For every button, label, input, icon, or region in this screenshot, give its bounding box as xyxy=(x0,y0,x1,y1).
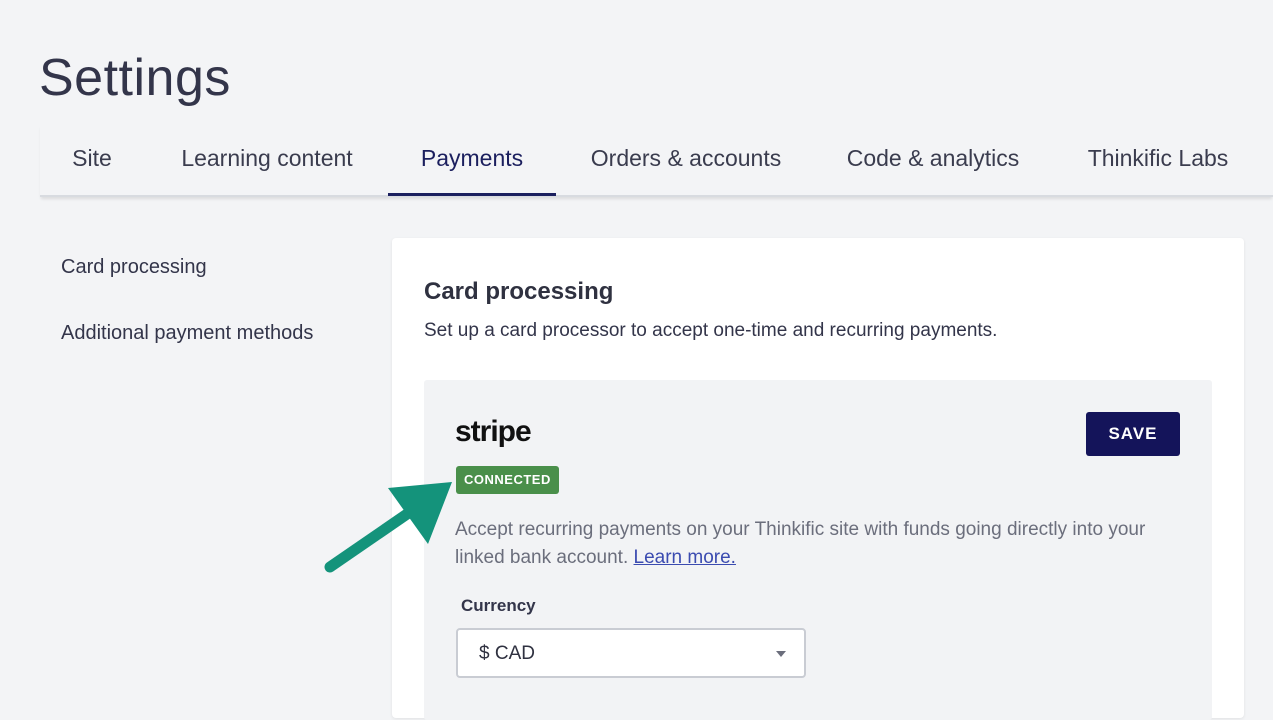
tab-code-analytics[interactable]: Code & analytics xyxy=(846,124,1020,194)
stripe-provider-panel: stripe SAVE CONNECTED Accept recurring p… xyxy=(424,380,1212,720)
payments-side-nav: Card processing Additional payment metho… xyxy=(61,252,313,348)
currency-selected-value: $ CAD xyxy=(479,643,535,664)
currency-select[interactable]: $ CAD xyxy=(456,628,806,678)
tab-orders-accounts[interactable]: Orders & accounts xyxy=(589,124,783,194)
side-nav-additional-payment-methods[interactable]: Additional payment methods xyxy=(61,318,313,348)
stripe-logo: stripe xyxy=(455,415,532,448)
tab-site[interactable]: Site xyxy=(71,124,113,194)
card-subtitle: Set up a card processor to accept one-ti… xyxy=(424,320,998,341)
learn-more-link[interactable]: Learn more. xyxy=(634,547,736,568)
provider-description: Accept recurring payments on your Thinki… xyxy=(455,516,1175,572)
page-title: Settings xyxy=(39,49,231,107)
tab-payments[interactable]: Payments xyxy=(388,124,556,196)
save-button[interactable]: SAVE xyxy=(1086,412,1180,456)
card-title: Card processing xyxy=(424,278,614,305)
currency-label: Currency xyxy=(461,596,536,615)
chevron-down-icon xyxy=(776,651,786,657)
settings-tab-bar: Site Learning content Payments Orders & … xyxy=(40,124,1273,197)
card-processing-card: Card processing Set up a card processor … xyxy=(392,238,1244,720)
provider-description-text: Accept recurring payments on your Thinki… xyxy=(455,519,1146,568)
connected-status-badge: CONNECTED xyxy=(456,466,559,494)
side-nav-card-processing[interactable]: Card processing xyxy=(61,252,313,282)
tab-thinkific-labs[interactable]: Thinkific Labs xyxy=(1084,124,1232,194)
tab-learning-content[interactable]: Learning content xyxy=(177,124,357,194)
